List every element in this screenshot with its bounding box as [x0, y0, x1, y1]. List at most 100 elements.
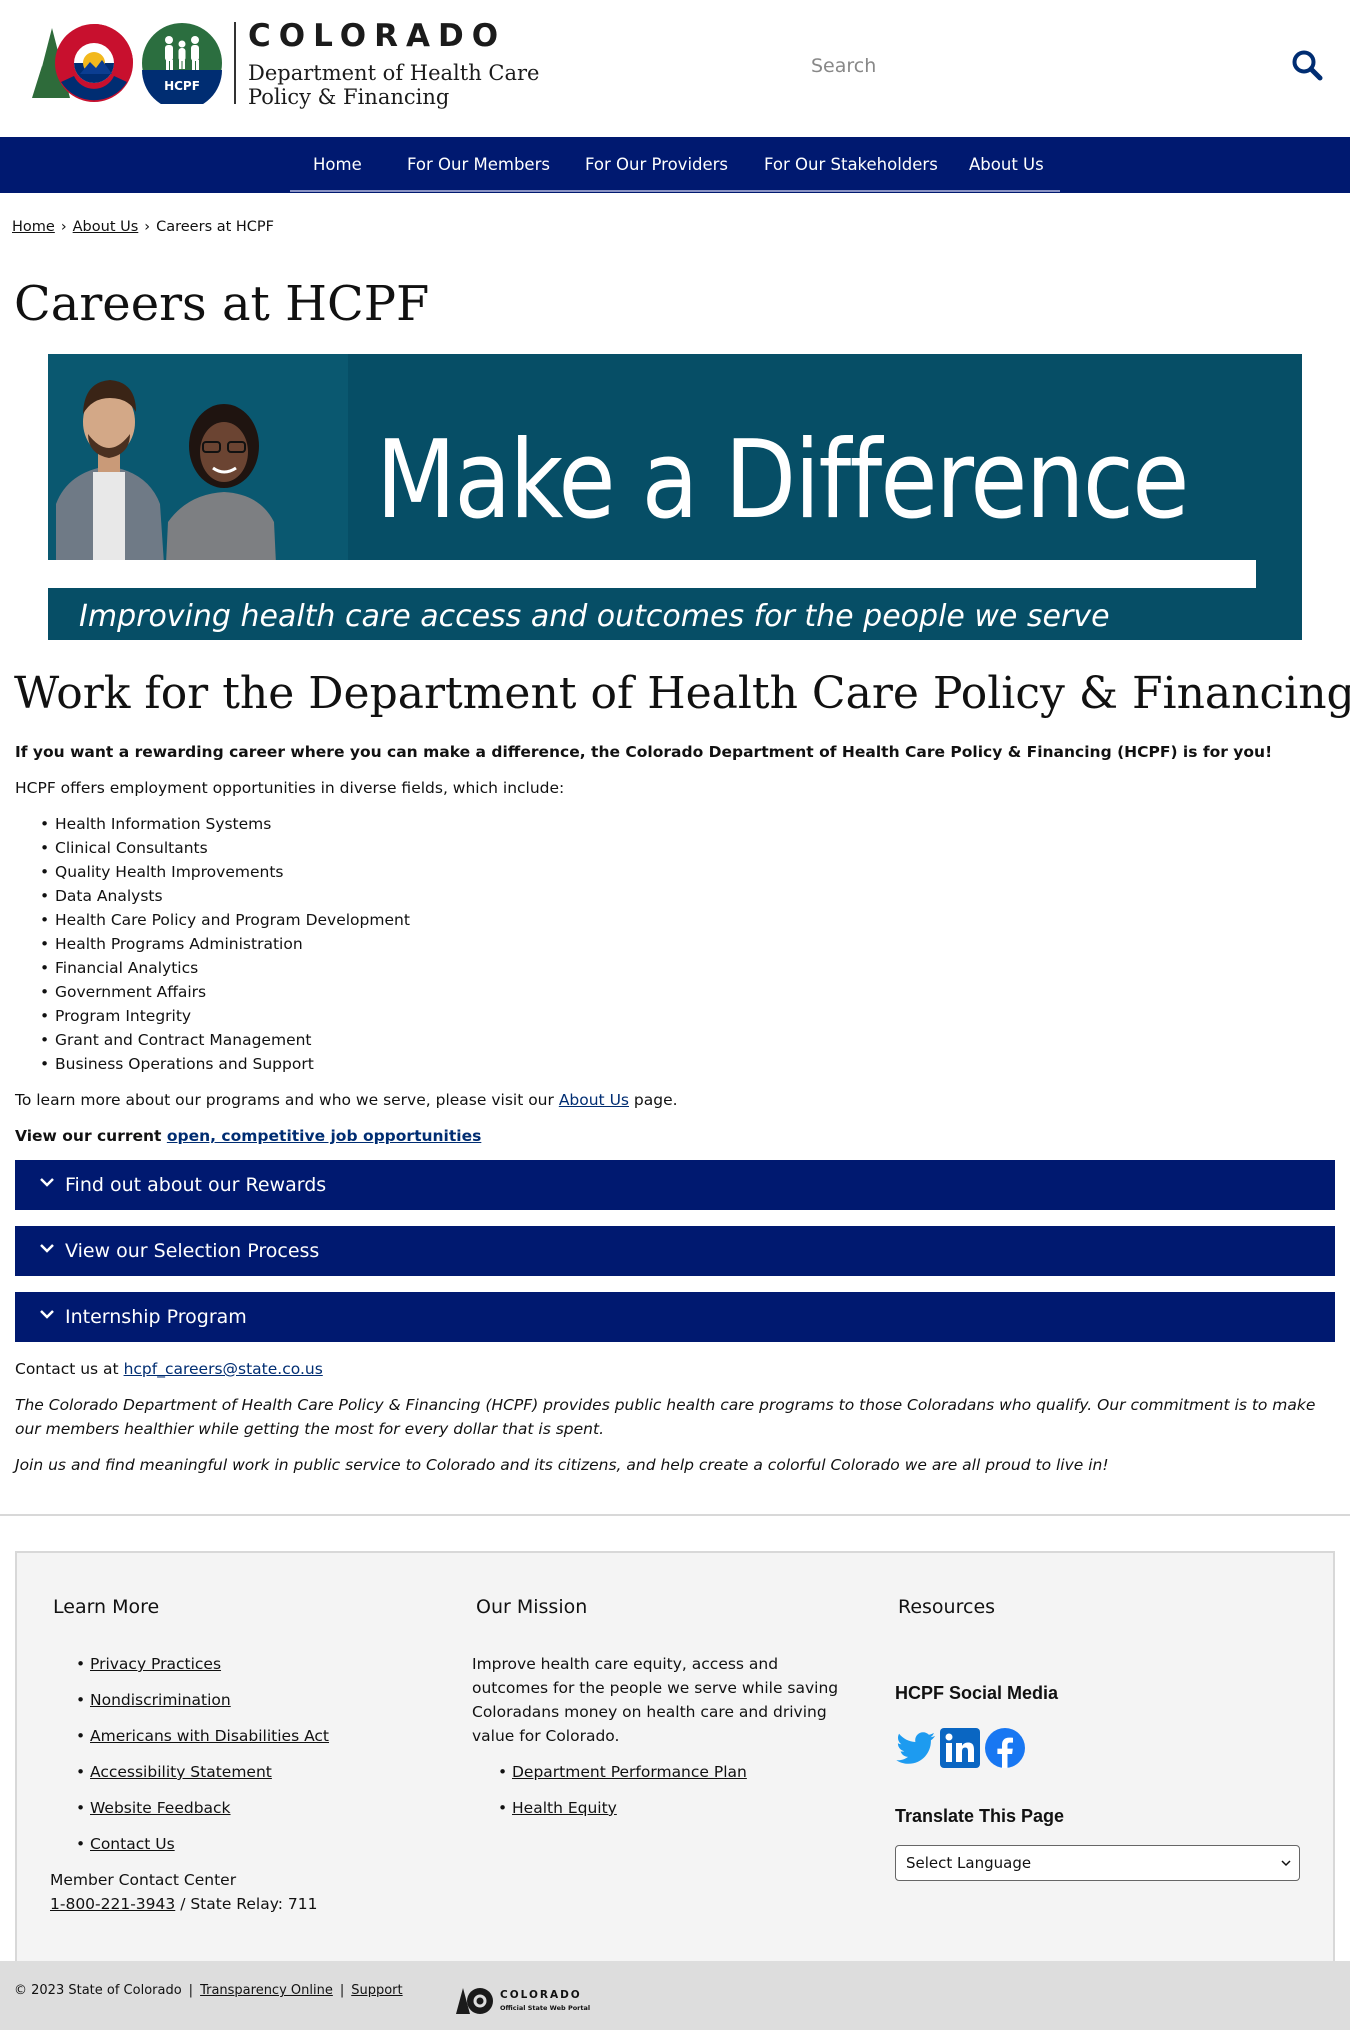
breadcrumb-about[interactable]: About Us — [73, 219, 139, 235]
mission-statement: The Colorado Department of Health Care P… — [15, 1396, 1316, 1438]
list-item: Government Affairs — [40, 980, 410, 1004]
contact-phone-link[interactable]: 1-800-221-3943 — [50, 1895, 175, 1913]
list-item: Financial Analytics — [40, 956, 410, 980]
learn-more-suffix: page. — [629, 1091, 678, 1109]
brand-department-name[interactable]: Department of Health Care Policy & Finan… — [248, 61, 539, 109]
chevron-down-icon — [40, 1178, 54, 1187]
list-item: Health Equity — [498, 1796, 747, 1832]
list-item: Data Analysts — [40, 884, 410, 908]
page-title: Careers at HCPF — [14, 276, 430, 332]
accordion-internship[interactable]: Internship Program — [15, 1292, 1335, 1342]
portal-state-name: COLORADO — [500, 1989, 582, 2001]
language-select[interactable]: Select Language — [895, 1845, 1300, 1881]
ada-link[interactable]: Americans with Disabilities Act — [90, 1727, 329, 1745]
careers-email-link[interactable]: hcpf_careers@state.co.us — [124, 1360, 323, 1378]
join-us-statement: Join us and find meaningful work in publ… — [15, 1456, 1109, 1474]
list-item: Website Feedback — [76, 1796, 329, 1832]
contact-prefix: Contact us at — [15, 1360, 124, 1378]
list-item: Accessibility Statement — [76, 1760, 329, 1796]
translate-heading: Translate This Page — [895, 1806, 1065, 1826]
job-opportunities-link[interactable]: open, competitive job opportunities — [167, 1127, 481, 1145]
breadcrumb-home[interactable]: Home — [12, 219, 55, 235]
brand-dept-line1: Department of Health Care — [248, 61, 540, 85]
linkedin-icon[interactable] — [939, 1727, 981, 1769]
list-item: Health Care Policy and Program Developme… — [40, 908, 410, 932]
learn-more-prefix: To learn more about our programs and who… — [15, 1091, 559, 1109]
accordion-rewards[interactable]: Find out about our Rewards — [15, 1160, 1335, 1210]
logo-divider — [234, 22, 236, 104]
list-item: Contact Us — [76, 1832, 329, 1868]
support-link[interactable]: Support — [351, 1983, 402, 1998]
transparency-link[interactable]: Transparency Online — [200, 1983, 333, 1998]
hcpf-logo-icon[interactable]: HCPF — [141, 22, 223, 104]
search-input[interactable] — [811, 52, 1261, 80]
contact-text: Contact us at hcpf_careers@state.co.us — [15, 1357, 323, 1381]
chevron-down-icon — [40, 1310, 54, 1319]
list-item: Quality Health Improvements — [40, 860, 410, 884]
footer-learn-more-heading: Learn More — [53, 1596, 160, 1618]
intro-text: HCPF offers employment opportunities in … — [15, 779, 565, 797]
make-a-difference-banner: Make a Difference Improving health care … — [48, 354, 1302, 640]
separator: | — [188, 1983, 194, 1998]
bottom-links: © 2023 State of Colorado | Transparency On… — [14, 1983, 403, 1998]
accessibility-link[interactable]: Accessibility Statement — [90, 1763, 272, 1781]
brand-state-name[interactable]: COLORADO — [248, 18, 506, 54]
mission-links: Department Performance Plan Health Equit… — [498, 1760, 747, 1832]
footer-resources-heading: Resources — [898, 1596, 996, 1618]
health-equity-link[interactable]: Health Equity — [512, 1799, 617, 1817]
separator: | — [339, 1983, 345, 1998]
banner-headline: Make a Difference — [376, 418, 1189, 543]
banner-subline: Improving health care access and outcome… — [79, 599, 1110, 634]
fields-list: Health Information Systems Clinical Cons… — [40, 812, 410, 1076]
accordion-label: View our Selection Process — [65, 1240, 320, 1262]
brand-dept-line2: Policy & Financing — [248, 85, 450, 109]
accordion-label: Internship Program — [65, 1306, 247, 1328]
banner-white-bar — [48, 560, 1256, 588]
twitter-icon[interactable] — [895, 1727, 937, 1769]
nav-item-about[interactable]: About Us — [969, 137, 1044, 193]
chevron-down-icon — [40, 1244, 54, 1253]
website-feedback-link[interactable]: Website Feedback — [90, 1799, 231, 1817]
language-select-value: Select Language — [906, 1854, 1032, 1872]
nav-item-home[interactable]: Home — [313, 137, 362, 193]
member-contact-center: Member Contact Center 1-800-221-3943 / S… — [50, 1868, 318, 1916]
list-item: Clinical Consultants — [40, 836, 410, 860]
about-us-link[interactable]: About Us — [559, 1091, 629, 1109]
breadcrumb-separator: › — [60, 219, 67, 235]
site-header: HCPF COLORADO Department of Health Care … — [0, 0, 1350, 137]
accordion-selection-process[interactable]: View our Selection Process — [15, 1226, 1335, 1276]
list-item: Business Operations and Support — [40, 1052, 410, 1076]
accordion-label: Find out about our Rewards — [65, 1174, 327, 1196]
breadcrumb-current: Careers at HCPF — [156, 219, 275, 235]
section-title: Work for the Department of Health Care P… — [14, 668, 1350, 719]
performance-plan-link[interactable]: Department Performance Plan — [512, 1763, 747, 1781]
colorado-portal-logo-icon[interactable] — [455, 1986, 495, 2016]
contact-us-link[interactable]: Contact Us — [90, 1835, 175, 1853]
colorado-logo-icon[interactable] — [30, 22, 136, 104]
list-item: Health Information Systems — [40, 812, 410, 836]
nav-item-stakeholders[interactable]: For Our Stakeholders — [764, 137, 938, 193]
mission-text: Improve health care equity, access and o… — [472, 1655, 839, 1745]
view-jobs-prefix: View our current — [15, 1127, 167, 1145]
nav-underline — [290, 190, 1060, 192]
privacy-practices-link[interactable]: Privacy Practices — [90, 1655, 221, 1673]
portal-subtitle: Official State Web Portal — [500, 2004, 591, 2012]
breadcrumb: Home › About Us › Careers at HCPF — [12, 219, 274, 235]
chevron-down-icon — [1281, 1860, 1291, 1867]
copyright: © 2023 State of Colorado — [14, 1983, 182, 1998]
view-jobs-text: View our current open, competitive job o… — [15, 1124, 481, 1148]
contact-center-label: Member Contact Center — [50, 1871, 237, 1889]
hcpf-badge-text: HCPF — [164, 79, 200, 93]
footer-divider — [0, 1514, 1350, 1516]
nav-item-members[interactable]: For Our Members — [407, 137, 550, 193]
facebook-icon[interactable] — [984, 1727, 1026, 1769]
list-item: Nondiscrimination — [76, 1688, 329, 1724]
breadcrumb-separator: › — [144, 219, 151, 235]
nav-item-providers[interactable]: For Our Providers — [585, 137, 728, 193]
search-icon[interactable] — [1290, 48, 1324, 82]
footer-mission-heading: Our Mission — [476, 1596, 588, 1618]
nondiscrimination-link[interactable]: Nondiscrimination — [90, 1691, 231, 1709]
banner-people-image — [48, 354, 348, 564]
list-item: Privacy Practices — [76, 1652, 329, 1688]
state-relay-text: / State Relay: 711 — [175, 1895, 318, 1913]
